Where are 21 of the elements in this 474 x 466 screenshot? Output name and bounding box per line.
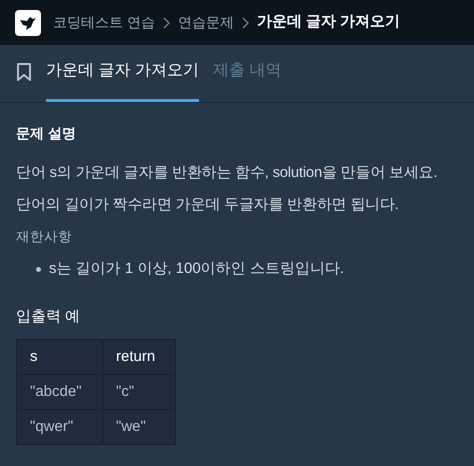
list-item-text: s는 길이가 1 이상, 100이하인 스트링입니다.	[49, 259, 344, 279]
column-header: return	[102, 340, 176, 374]
chevron-right-icon	[242, 16, 249, 28]
chevron-right-icon	[162, 16, 170, 28]
breadcrumb-link[interactable]: 코딩테스트 연습	[53, 12, 155, 33]
bookmark-icon	[16, 62, 32, 82]
breadcrumb-link[interactable]: 가운데 글자 가져오기	[256, 11, 400, 34]
description-text: 단어의 길이가 짝수라면 가운데 두글자를 반환하면 됩니다.	[16, 196, 400, 215]
section-heading: 입출력 예	[16, 307, 82, 327]
description-text: 단어 s의 가운데 글자를 반환하는 함수, solution을 만들어 보세요.	[16, 164, 438, 183]
column-header: s	[16, 340, 102, 374]
bullet-icon	[36, 266, 41, 272]
section-heading: 문제 설명	[16, 124, 77, 143]
table-cell: "abcde"	[16, 374, 102, 410]
tab[interactable]: 가운데 글자 가져오기	[46, 59, 199, 102]
table-cell: "qwer"	[16, 410, 102, 444]
table-cell: "c"	[102, 374, 176, 410]
section-heading: 재한사항	[16, 228, 73, 246]
bird-logo-icon[interactable]	[15, 10, 41, 36]
breadcrumb-link[interactable]: 연습문제	[178, 12, 234, 33]
table-cell: "we"	[102, 410, 176, 444]
